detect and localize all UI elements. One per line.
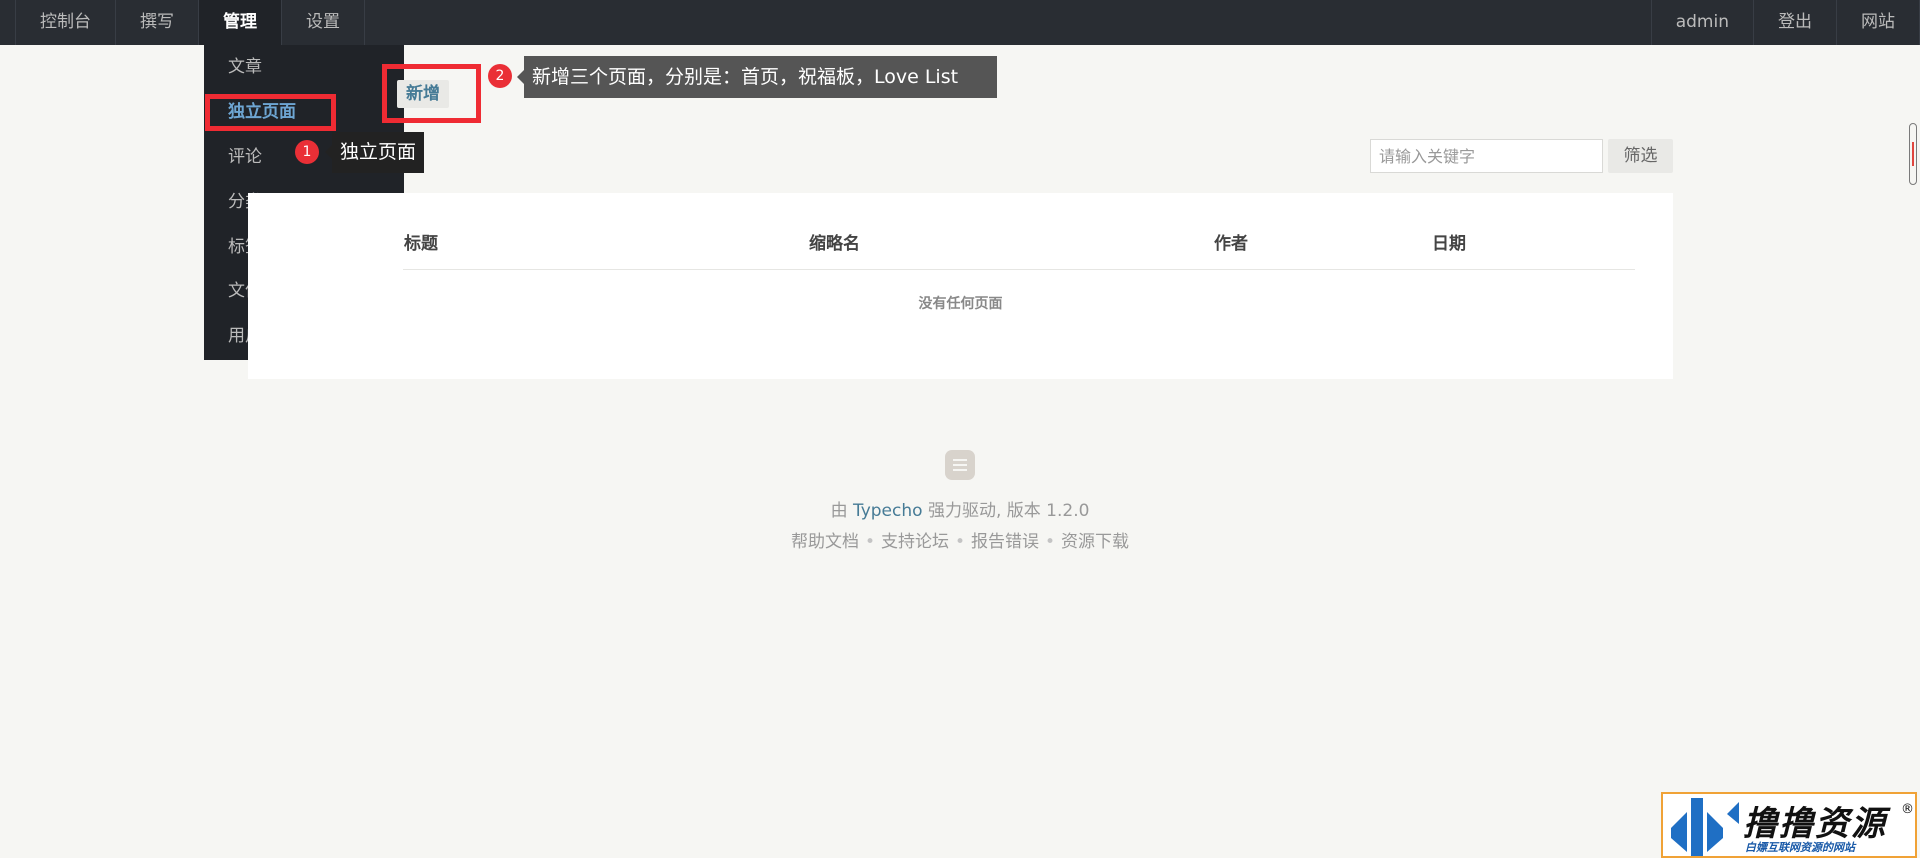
primary-nav: 控制台 撰写 管理 设置 <box>15 0 365 45</box>
watermark-emblem-icon <box>1671 798 1739 856</box>
column-header-slug[interactable]: 缩略名 <box>809 230 860 258</box>
empty-table-message: 没有任何页面 <box>918 296 1003 312</box>
nav-user-admin[interactable]: admin <box>1652 0 1754 45</box>
nav-manage[interactable]: 管理 <box>199 0 282 45</box>
nav-dashboard[interactable]: 控制台 <box>16 0 116 45</box>
vertical-scrollbar[interactable] <box>1909 123 1917 185</box>
annotation-tooltip-2: 新增三个页面，分别是：首页，祝福板，Love List <box>524 56 997 98</box>
column-header-title[interactable]: 标题 <box>404 230 438 258</box>
footer-brand-link[interactable]: Typecho <box>853 501 923 521</box>
step-badge-2: 2 <box>488 64 512 88</box>
watermark-title: 撸撸资源 <box>1743 804 1887 844</box>
nav-logout[interactable]: 登出 <box>1754 0 1837 45</box>
footer-prefix: 由 <box>830 501 848 521</box>
footer-separator: • <box>954 532 966 552</box>
column-header-date[interactable]: 日期 <box>1432 230 1466 258</box>
footer-version: 强力驱动, 版本 1.2.0 <box>927 501 1090 521</box>
typecho-logo-icon <box>945 450 975 480</box>
footer-link-report-bug[interactable]: 报告错误 <box>971 532 1039 552</box>
footer-link-forum[interactable]: 支持论坛 <box>881 532 949 552</box>
watermark-registered-mark: ® <box>1901 802 1914 817</box>
highlight-box-pages-menu <box>205 94 336 131</box>
highlight-box-add-button <box>382 64 481 123</box>
footer-separator: • <box>1045 532 1056 552</box>
watermark-logo: 撸撸资源 ® 白嫖互联网资源的网站 <box>1661 792 1917 858</box>
footer-link-downloads[interactable]: 资源下载 <box>1061 532 1129 552</box>
watermark-subtitle: 白嫖互联网资源的网站 <box>1745 841 1855 854</box>
annotation-tooltip-1: 独立页面 <box>332 132 425 173</box>
tooltip-arrow-1 <box>325 145 332 159</box>
nav-site[interactable]: 网站 <box>1837 0 1920 45</box>
filter-button[interactable]: 筛选 <box>1608 139 1673 173</box>
nav-write[interactable]: 撰写 <box>116 0 199 45</box>
top-navbar: 控制台 撰写 管理 设置 admin 登出 网站 <box>0 0 1920 45</box>
tooltip-arrow-2 <box>517 70 524 84</box>
user-nav: admin 登出 网站 <box>1650 0 1920 45</box>
table-header-divider <box>403 269 1635 270</box>
step-badge-1: 1 <box>295 140 319 164</box>
footer-powered-by: 由 Typecho 强力驱动, 版本 1.2.0 <box>0 496 1920 521</box>
menu-item-posts[interactable]: 文章 <box>228 45 262 89</box>
nav-settings[interactable]: 设置 <box>282 0 365 45</box>
footer-link-docs[interactable]: 帮助文档 <box>791 532 859 552</box>
footer-separator: • <box>864 532 875 552</box>
menu-item-comments[interactable]: 评论 <box>228 135 262 179</box>
search-input[interactable] <box>1370 139 1603 173</box>
column-header-author[interactable]: 作者 <box>1214 230 1248 258</box>
pages-table: 标题 缩略名 作者 日期 没有任何页面 <box>248 193 1673 379</box>
footer-links: 帮助文档 • 支持论坛 • 报告错误 • 资源下载 <box>0 527 1920 552</box>
